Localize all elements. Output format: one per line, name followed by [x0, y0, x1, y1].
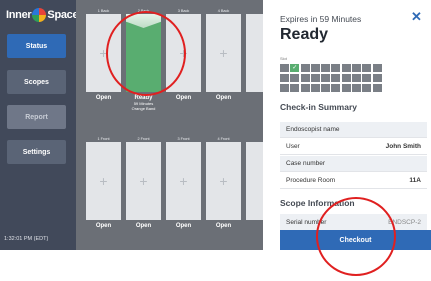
- empty-slot[interactable]: +: [206, 142, 241, 220]
- slot-box: [362, 74, 372, 82]
- expires-text: Expires in 59 Minutes: [280, 14, 362, 24]
- slot-box: [310, 84, 320, 92]
- slot-box: [362, 64, 372, 72]
- clock-time: 1:32:01 PM (EDT): [4, 236, 49, 242]
- slot-box: [372, 84, 382, 92]
- slot-box: [331, 74, 341, 82]
- summary-row-procedure-room: Procedure Room 11A: [280, 173, 427, 189]
- summary-row-user: User John Smith: [280, 139, 427, 155]
- sidebar: Inner Space Status Scopes Report Setting…: [0, 0, 79, 250]
- plus-icon: +: [179, 173, 188, 189]
- summary-row-case-number: Case number: [280, 156, 427, 172]
- plus-icon: +: [219, 45, 228, 61]
- slot-box: [362, 84, 372, 92]
- close-icon[interactable]: ✕: [411, 9, 422, 25]
- slot-box: [341, 84, 351, 92]
- row-value: 11A: [409, 177, 421, 184]
- globe-icon: [32, 8, 47, 22]
- slot-box: [321, 64, 331, 72]
- slot-box: [300, 64, 310, 72]
- slot-status: Open: [95, 223, 112, 229]
- slot-status: Open: [135, 223, 152, 229]
- annotation-circle-ready-slot: [106, 11, 186, 96]
- annotation-circle-checkout: [316, 197, 396, 276]
- logo-text-right: Space: [47, 9, 79, 21]
- empty-slot[interactable]: +: [86, 142, 121, 220]
- slot-box: [310, 64, 320, 72]
- slot-band: Orange Band: [131, 106, 156, 111]
- empty-slot[interactable]: +: [206, 14, 241, 92]
- cabinet-slot-1-front[interactable]: 1 Front + Open: [86, 136, 121, 229]
- cabinet-slot-4-back[interactable]: 4 Back + Open: [206, 8, 241, 101]
- row-label: Case number: [286, 160, 326, 167]
- slot-box: [372, 64, 382, 72]
- slot-box: [331, 64, 341, 72]
- selected-slot-box: [290, 64, 300, 72]
- row-label: Procedure Room: [286, 177, 336, 184]
- cabinet-slot-2-front[interactable]: 2 Front + Open: [126, 136, 161, 229]
- slot-map-row: [280, 84, 383, 92]
- panel-title: Ready: [280, 26, 329, 43]
- slot-status: Open: [215, 223, 232, 229]
- sidebar-item-status[interactable]: Status: [7, 34, 66, 58]
- empty-slot[interactable]: +: [126, 142, 161, 220]
- cabinet-slot-4-front[interactable]: 4 Front + Open: [206, 136, 241, 229]
- sidebar-item-report: Report: [7, 105, 66, 129]
- slot-box: [300, 74, 310, 82]
- slot-box: [321, 74, 331, 82]
- slot-box: [331, 84, 341, 92]
- empty-slot[interactable]: +: [166, 142, 201, 220]
- slot-box: [280, 64, 289, 72]
- slot-box: [310, 74, 320, 82]
- slot-status: Open: [175, 223, 192, 229]
- row-label: User: [286, 143, 300, 150]
- row-value: John Smith: [385, 143, 421, 150]
- slot-status: Open: [215, 95, 232, 101]
- plus-icon: +: [219, 173, 228, 189]
- slot-box: [341, 64, 351, 72]
- slot-box: [280, 74, 289, 82]
- slot-box: [352, 64, 362, 72]
- slot-status: Open: [95, 95, 112, 101]
- cabinet-slot-3-front[interactable]: 3 Front + Open: [166, 136, 201, 229]
- slot-box: [321, 84, 331, 92]
- plus-icon: +: [99, 173, 108, 189]
- summary-row-endoscopist: Endoscopist name: [280, 122, 427, 138]
- slot-box: [372, 74, 382, 82]
- slot-box: [280, 84, 289, 92]
- slot-label: Slot: [280, 56, 287, 61]
- sidebar-item-scopes[interactable]: Scopes: [7, 70, 66, 94]
- slot-map-row: [280, 74, 383, 82]
- logo-text-left: Inner: [6, 9, 32, 21]
- plus-icon: +: [139, 173, 148, 189]
- slot-status: Open: [175, 95, 192, 101]
- slot-box: [341, 74, 351, 82]
- row-label: Endoscopist name: [286, 126, 340, 133]
- check-in-summary-heading: Check-in Summary: [280, 102, 357, 112]
- slot-box: [352, 84, 362, 92]
- slot-map-row: [280, 64, 383, 72]
- slot-box: [352, 74, 362, 82]
- app-logo: Inner Space: [6, 8, 79, 22]
- slot-box: [290, 84, 300, 92]
- slot-box: [300, 84, 310, 92]
- slot-box: [290, 74, 300, 82]
- sidebar-item-settings[interactable]: Settings: [7, 140, 66, 164]
